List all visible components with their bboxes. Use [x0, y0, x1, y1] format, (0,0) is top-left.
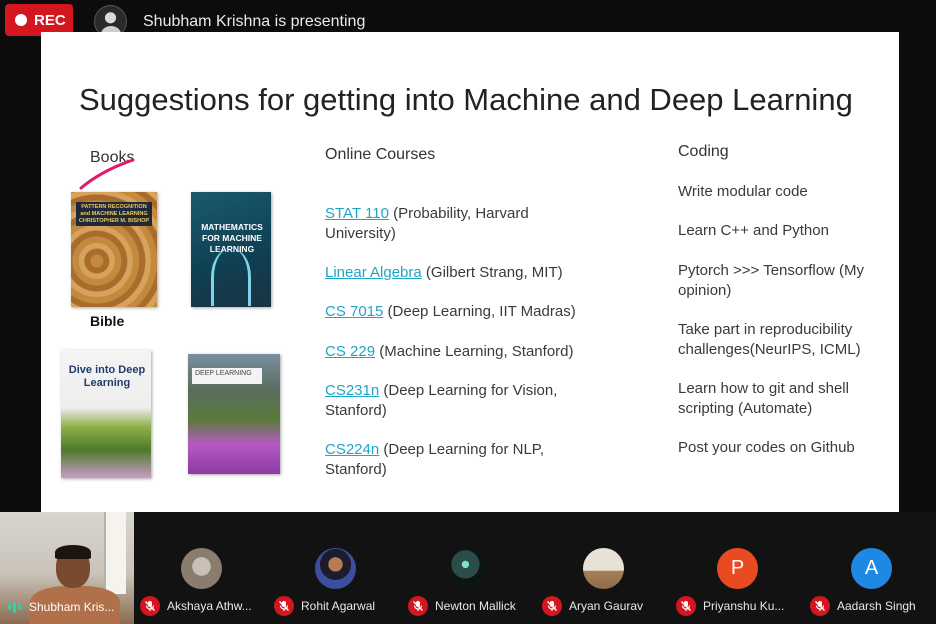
course-link[interactable]: CS 229: [325, 343, 375, 360]
participant-avatar: [315, 548, 356, 589]
recording-label: REC: [34, 11, 66, 29]
mic-off-icon: [140, 596, 160, 616]
participant-avatar: P: [717, 548, 758, 589]
participant-name: Aryan Gaurav: [569, 599, 644, 613]
book-cover-title: DEEP LEARNING: [192, 368, 262, 384]
course-description: (Gilbert Strang, MIT): [421, 264, 563, 281]
participant-tile[interactable]: Aryan Gaurav: [536, 512, 670, 624]
participant-avatar: [181, 548, 222, 589]
bible-label: Bible: [90, 313, 125, 329]
participant-tile[interactable]: Newton Mallick: [402, 512, 536, 624]
background-window: [104, 512, 126, 594]
course-link[interactable]: STAT 110: [325, 205, 389, 222]
mic-off-icon: [542, 596, 562, 616]
course-link[interactable]: Linear Algebra: [325, 264, 422, 281]
book-cover-bishop: PATTERN RECOGNITION and MACHINE LEARNING…: [71, 192, 157, 307]
coding-tip: Pytorch >>> Tensorflow (My opinion): [678, 262, 865, 299]
participant-tile[interactable]: Rohit Agarwal: [268, 512, 402, 624]
shared-slide: Suggestions for getting into Machine and…: [41, 32, 899, 512]
participant-avatar: A: [851, 548, 892, 589]
course-description: (Deep Learning, IIT Madras): [383, 303, 576, 320]
participant-avatar: [449, 548, 490, 589]
self-video-tile[interactable]: Shubham Kris...: [0, 512, 134, 624]
mic-off-icon: [274, 596, 294, 616]
participant-name: Aadarsh Singh: [837, 599, 916, 613]
book-cover-title: Dive into Deep Learning: [68, 364, 146, 389]
coding-tip: Post your codes on Github: [678, 439, 855, 456]
course-item: Linear Algebra (Gilbert Strang, MIT): [325, 263, 595, 283]
pen-annotation-mark: [79, 158, 135, 190]
course-link[interactable]: CS224n: [325, 441, 379, 458]
participant-tile[interactable]: Akshaya Athw...: [134, 512, 268, 624]
book-cover-dive-into-dl: Dive into Deep Learning: [61, 350, 151, 478]
book-cover-math-for-ml: MATHEMATICS FOR MACHINE LEARNING: [191, 192, 271, 307]
book-cover-title: PATTERN RECOGNITION and MACHINE LEARNING…: [76, 202, 152, 226]
participant-avatar: [583, 548, 624, 589]
course-item: CS 7015 (Deep Learning, IIT Madras): [325, 302, 595, 322]
course-description: (Machine Learning, Stanford): [375, 343, 574, 360]
participant-name-label: Priyanshu Ku...: [676, 596, 784, 616]
mic-off-icon: [810, 596, 830, 616]
coding-heading: Coding: [678, 143, 729, 160]
coding-tip: Learn how to git and shell scripting (Au…: [678, 380, 849, 417]
mic-off-icon: [408, 596, 428, 616]
self-name-label: Shubham Kris...: [8, 600, 114, 614]
course-link[interactable]: CS231n: [325, 382, 379, 399]
coding-tip: Write modular code: [678, 183, 808, 200]
participant-name: Rohit Agarwal: [301, 599, 376, 613]
participant-name-label: Rohit Agarwal: [274, 596, 375, 616]
participant-strip: Shubham Kris... Akshaya Athw... Rohit Ag…: [0, 512, 936, 624]
slide-title: Suggestions for getting into Machine and…: [79, 82, 853, 117]
avatar-initial: A: [864, 557, 879, 579]
meeting-window: REC Shubham Krishna is presenting Sugges…: [0, 0, 936, 624]
book-cover-deep-learning: DEEP LEARNING: [188, 354, 280, 474]
record-dot-icon: [15, 14, 27, 26]
participant-name-label: Newton Mallick: [408, 596, 516, 616]
mic-off-icon: [676, 596, 696, 616]
participant-name: Priyanshu Ku...: [703, 599, 785, 613]
course-item: STAT 110 (Probability, Harvard Universit…: [325, 204, 595, 244]
courses-heading: Online Courses: [325, 146, 436, 163]
presenter-status: Shubham Krishna is presenting: [143, 13, 366, 30]
participant-name-label: Aryan Gaurav: [542, 596, 643, 616]
speaking-indicator-icon: [8, 601, 21, 613]
participant-name-label: Aadarsh Singh: [810, 596, 916, 616]
participant-name: Akshaya Athw...: [167, 599, 252, 613]
person-hair: [55, 545, 91, 559]
course-item: CS 229 (Machine Learning, Stanford): [325, 342, 595, 362]
participant-tile[interactable]: A Aadarsh Singh: [804, 512, 936, 624]
participant-tile[interactable]: P Priyanshu Ku...: [670, 512, 804, 624]
coding-tip: Learn C++ and Python: [678, 222, 829, 239]
participant-name: Shubham Kris...: [29, 600, 115, 614]
course-link[interactable]: CS 7015: [325, 303, 383, 320]
participant-name-label: Akshaya Athw...: [140, 596, 252, 616]
course-item: CS231n (Deep Learning for Vision, Stanfo…: [325, 381, 595, 421]
tree-illustration: [211, 248, 251, 306]
participant-name: Newton Mallick: [435, 599, 516, 613]
avatar-initial: P: [730, 557, 745, 579]
course-item: CS224n (Deep Learning for NLP, Stanford): [325, 440, 595, 480]
coding-tip: Take part in reproducibility challenges(…: [678, 321, 861, 358]
